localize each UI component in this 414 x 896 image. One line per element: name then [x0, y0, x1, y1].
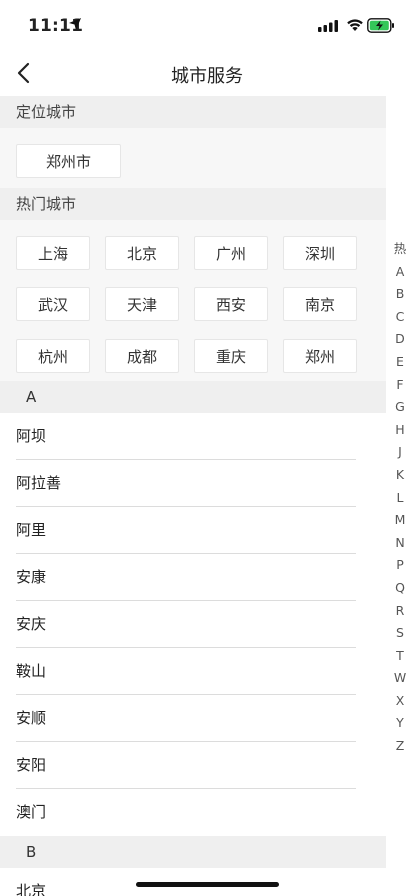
- city-list-item[interactable]: 阿里: [16, 507, 356, 554]
- index-letter[interactable]: M: [386, 509, 414, 532]
- hot-city-button[interactable]: 天津: [105, 287, 179, 322]
- index-letter[interactable]: R: [386, 600, 414, 623]
- index-letter[interactable]: P: [386, 554, 414, 577]
- hot-city-button[interactable]: 广州: [194, 236, 268, 270]
- city-list-item[interactable]: 安顺: [16, 695, 356, 742]
- wifi-icon: [347, 19, 363, 31]
- hot-city-button[interactable]: 重庆: [194, 338, 268, 373]
- index-letter[interactable]: Q: [386, 577, 414, 600]
- hot-section-header: 热门城市: [0, 188, 386, 220]
- city-list-a: 阿坝 阿拉善 阿里 安康 安庆 鞍山 安顺 安阳 澳门: [0, 413, 386, 836]
- page-title: 城市服务: [171, 66, 243, 87]
- hot-city-button[interactable]: 郑州: [283, 338, 357, 373]
- cellular-signal-icon: [318, 20, 338, 32]
- city-list-item[interactable]: 阿坝: [16, 413, 356, 460]
- index-letter[interactable]: F: [386, 374, 414, 397]
- index-letter[interactable]: E: [386, 351, 414, 374]
- alphabet-index-bar[interactable]: 热 A B C D E F G H J K L M N P Q R S T W …: [386, 238, 414, 758]
- hot-city-button[interactable]: 武汉: [16, 287, 90, 322]
- index-letter[interactable]: J: [386, 441, 414, 464]
- index-letter[interactable]: N: [386, 532, 414, 555]
- city-list-scroll[interactable]: 定位城市 郑州市 热门城市 上海 北京 广州 深圳 武汉 天津 西安 南京 杭州…: [0, 96, 386, 896]
- hot-city-button[interactable]: 杭州: [16, 338, 90, 373]
- index-letter[interactable]: H: [386, 419, 414, 442]
- index-letter[interactable]: A: [386, 261, 414, 284]
- index-letter[interactable]: B: [386, 283, 414, 306]
- hot-city-button[interactable]: 深圳: [283, 236, 357, 270]
- battery-charging-icon: [367, 18, 394, 33]
- nav-bar: 城市服务: [0, 50, 414, 96]
- city-list-item[interactable]: 安庆: [16, 601, 356, 648]
- hot-city-button[interactable]: 成都: [105, 338, 179, 373]
- hot-city-button[interactable]: 北京: [105, 236, 179, 270]
- index-letter[interactable]: Y: [386, 712, 414, 735]
- city-list-item[interactable]: 鞍山: [16, 648, 356, 695]
- home-indicator[interactable]: [136, 882, 279, 887]
- index-letter[interactable]: W: [386, 667, 414, 690]
- index-letter[interactable]: X: [386, 690, 414, 713]
- location-arrow-icon: [69, 18, 81, 30]
- letter-header-b: B: [0, 836, 386, 868]
- hot-city-button[interactable]: 南京: [283, 287, 357, 322]
- index-letter[interactable]: K: [386, 464, 414, 487]
- index-letter[interactable]: T: [386, 645, 414, 668]
- index-letter[interactable]: C: [386, 306, 414, 329]
- city-list-item[interactable]: 阿拉善: [16, 460, 356, 507]
- status-bar: 11:11: [0, 0, 414, 50]
- location-section-header: 定位城市: [0, 96, 386, 128]
- index-letter-hot[interactable]: 热: [386, 238, 414, 261]
- index-letter[interactable]: D: [386, 328, 414, 351]
- located-city-button[interactable]: 郑州市: [16, 144, 121, 178]
- located-city-panel: 郑州市: [0, 128, 386, 188]
- index-letter[interactable]: S: [386, 622, 414, 645]
- city-list-item[interactable]: 澳门: [16, 789, 356, 836]
- hot-city-button[interactable]: 西安: [194, 287, 268, 322]
- city-list-item[interactable]: 安康: [16, 554, 356, 601]
- city-list-item[interactable]: 安阳: [16, 742, 356, 789]
- hot-city-grid: 上海 北京 广州 深圳 武汉 天津 西安 南京 杭州 成都 重庆 郑州: [0, 220, 386, 381]
- index-letter[interactable]: G: [386, 396, 414, 419]
- hot-city-button[interactable]: 上海: [16, 236, 90, 270]
- letter-header-a: A: [0, 381, 386, 413]
- index-letter[interactable]: Z: [386, 735, 414, 758]
- index-letter[interactable]: L: [386, 487, 414, 510]
